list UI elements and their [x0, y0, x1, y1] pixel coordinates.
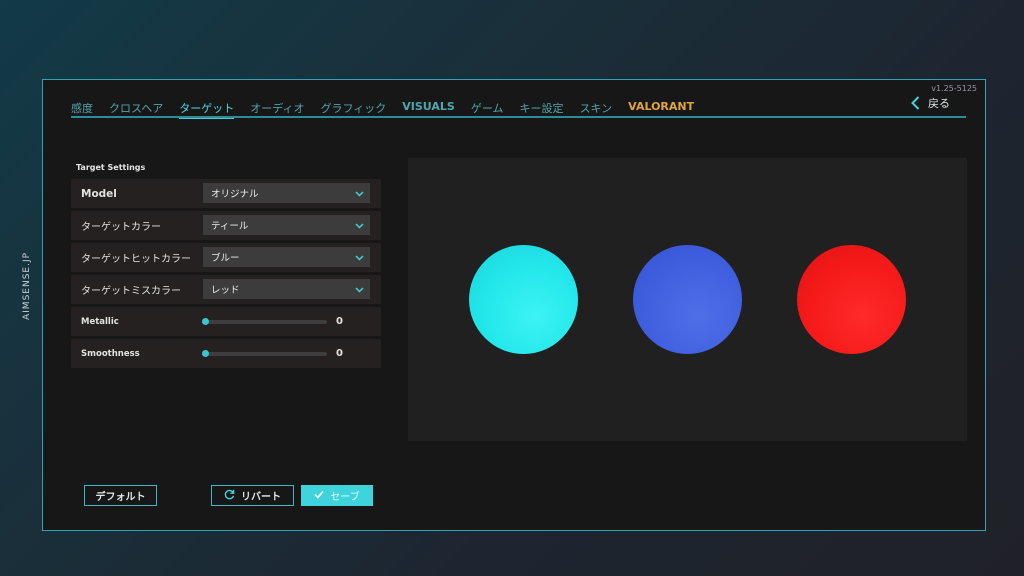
section-title: Target Settings: [76, 163, 146, 172]
setting-row-metallic: Metallic 0: [71, 307, 381, 336]
chevron-left-icon: [911, 96, 920, 110]
miss-color-select[interactable]: レッド: [203, 279, 370, 299]
revert-button[interactable]: リバート: [211, 485, 294, 506]
save-button[interactable]: セーブ: [301, 485, 373, 506]
tab-sensitivity[interactable]: 感度: [71, 100, 93, 116]
smoothness-slider[interactable]: [202, 350, 327, 357]
target-ball-blue: [633, 245, 742, 354]
setting-label: Smoothness: [81, 348, 140, 359]
target-color-select[interactable]: ティール: [203, 215, 370, 235]
side-brand-label: AIMSENSE.JP: [22, 251, 32, 320]
select-value: オリジナル: [211, 189, 259, 200]
tab-crosshair[interactable]: クロスヘア: [109, 100, 163, 116]
back-label: 戻る: [928, 97, 950, 110]
checkmark-icon: [314, 490, 324, 502]
hit-color-select[interactable]: ブルー: [203, 247, 370, 267]
select-value: ブルー: [211, 253, 240, 264]
tab-visuals[interactable]: VISUALS: [402, 100, 455, 113]
setting-row-target-color: ターゲットカラー ティール: [71, 211, 381, 240]
metallic-value: 0: [336, 316, 343, 327]
chevron-down-icon: [355, 221, 364, 232]
tab-underline: [71, 116, 966, 118]
back-button[interactable]: 戻る: [911, 95, 950, 111]
save-label: セーブ: [330, 492, 360, 503]
metallic-slider[interactable]: [202, 318, 327, 325]
setting-label: ターゲットミスカラー: [81, 286, 181, 297]
tab-audio[interactable]: オーディオ: [250, 100, 304, 116]
settings-panel: v1.25-5125 感度 クロスヘア ターゲット オーディオ グラフィック V…: [42, 79, 986, 531]
version-label: v1.25-5125: [931, 84, 977, 93]
default-button[interactable]: デフォルト: [84, 485, 157, 506]
slider-handle[interactable]: [202, 318, 209, 325]
refresh-icon: [224, 489, 235, 503]
target-ball-red: [797, 245, 906, 354]
settings-list: Model オリジナル ターゲットカラー ティール ターゲットヒットカラー ブル…: [71, 179, 381, 371]
select-value: ティール: [211, 221, 249, 232]
chevron-down-icon: [355, 285, 364, 296]
setting-row-model: Model オリジナル: [71, 179, 381, 208]
select-value: レッド: [211, 285, 240, 296]
tab-game[interactable]: ゲーム: [471, 100, 504, 116]
setting-label: ターゲットヒットカラー: [81, 254, 191, 265]
slider-handle[interactable]: [202, 350, 209, 357]
chevron-down-icon: [355, 189, 364, 200]
setting-label: Model: [81, 187, 117, 200]
setting-row-smoothness: Smoothness 0: [71, 339, 381, 368]
tab-skins[interactable]: スキン: [580, 100, 613, 116]
revert-label: リバート: [241, 492, 281, 503]
target-preview: [408, 158, 967, 441]
setting-label: ターゲットカラー: [81, 222, 161, 233]
model-select[interactable]: オリジナル: [203, 183, 370, 203]
target-ball-teal: [469, 245, 578, 354]
setting-label: Metallic: [81, 316, 119, 327]
tab-graphics[interactable]: グラフィック: [320, 100, 386, 116]
chevron-down-icon: [355, 253, 364, 264]
smoothness-value: 0: [336, 348, 343, 359]
tab-keybinds[interactable]: キー設定: [520, 100, 564, 116]
default-label: デフォルト: [95, 492, 146, 503]
tab-valorant[interactable]: VALORANT: [628, 100, 694, 113]
setting-row-miss-color: ターゲットミスカラー レッド: [71, 275, 381, 304]
setting-row-hit-color: ターゲットヒットカラー ブルー: [71, 243, 381, 272]
